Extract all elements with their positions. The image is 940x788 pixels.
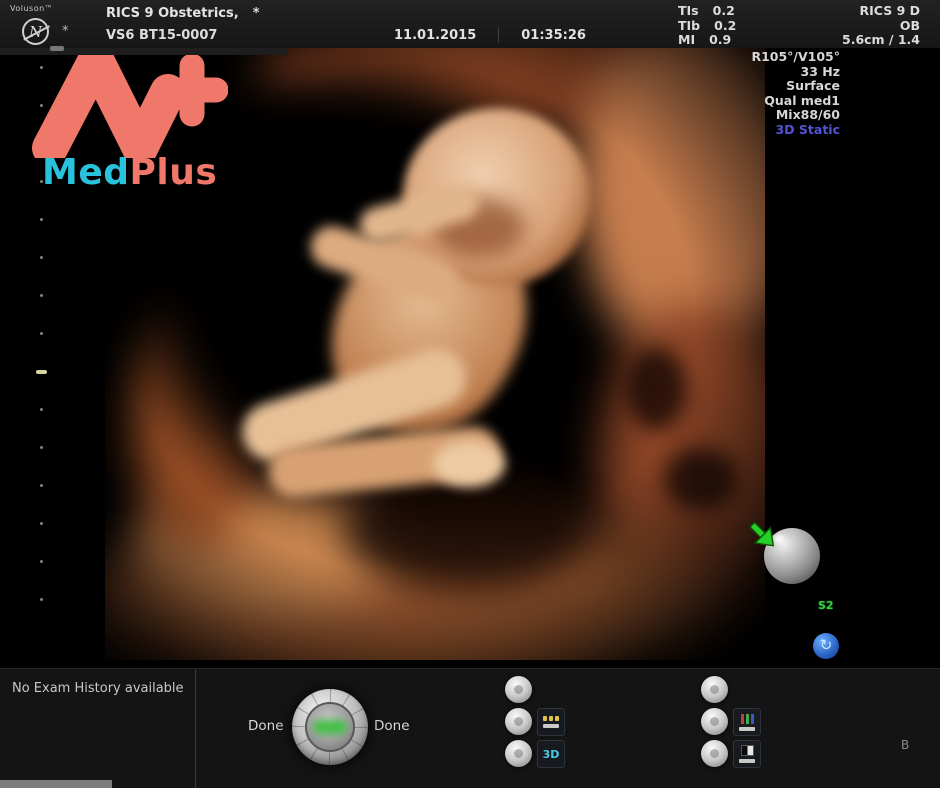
application-label: OB: [842, 19, 920, 34]
angle-param: R105°/V105°: [751, 50, 840, 65]
exam-asterisk: *: [253, 6, 260, 21]
icon-bar: [543, 724, 559, 728]
corner-b-marker: B: [901, 738, 909, 752]
rendermode-param: Surface: [751, 79, 840, 94]
medplus-watermark: MedPlus: [28, 40, 238, 205]
ruler-tick: [40, 294, 43, 297]
black-white-box-icon: [741, 745, 754, 756]
ruler-tick: [40, 218, 43, 221]
ruler-tick: [40, 256, 43, 259]
ruler-tick: [40, 332, 43, 335]
control-button-5[interactable]: [701, 708, 728, 735]
voluson-logo: Voluson™ N *: [10, 4, 90, 13]
mode-status-label: 3D Static: [751, 123, 840, 138]
exam-info: RICS 9 Obstetrics,* VS6 BT15-0007: [106, 6, 260, 43]
done-button-left[interactable]: Done: [248, 718, 284, 734]
rotate-icon[interactable]: ↻: [813, 633, 839, 659]
depth-frequency-label: 5.6cm / 1.4: [842, 33, 920, 48]
chroma-map-icon[interactable]: [733, 708, 761, 736]
rotary-knob[interactable]: [292, 689, 368, 765]
ruler-tick: [40, 522, 43, 525]
control-button-4[interactable]: [701, 676, 728, 703]
s2-marker: S2: [818, 599, 834, 612]
bottom-left-strip: [0, 780, 112, 788]
framerate-param: 33 Hz: [751, 65, 840, 80]
datetime-divider: [498, 27, 499, 43]
control-button-3[interactable]: [505, 740, 532, 767]
knob-active-indicator-icon: [313, 720, 347, 734]
brand-asterisk: *: [62, 24, 69, 39]
probe-name: RICS 9 D: [842, 4, 920, 19]
gray-map-icon[interactable]: [733, 740, 761, 768]
exam-preset-label: RICS 9 Obstetrics,*: [106, 6, 260, 21]
render-parameters: R105°/V105° 33 Hz Surface Qual med1 Mix8…: [751, 50, 840, 137]
3d-label: 3D: [543, 748, 560, 761]
probe-info: RICS 9 D OB 5.6cm / 1.4: [842, 4, 920, 48]
ultrasound-screen: Voluson™ N * RICS 9 Obstetrics,* VS6 BT1…: [0, 0, 940, 788]
exam-date: 11.01.2015: [394, 28, 476, 43]
voluson-wordmark: Voluson™: [10, 4, 90, 13]
exam-history-message: No Exam History available: [12, 681, 184, 696]
control-button-1[interactable]: [505, 676, 532, 703]
ruler-tick: [40, 484, 43, 487]
3d-mode-icon[interactable]: 3D: [537, 740, 565, 768]
rgb-bars-icon: [741, 714, 754, 724]
brand-dash: [50, 46, 64, 51]
ruler-tick: [40, 446, 43, 449]
medplus-monogram-icon: [28, 40, 228, 158]
yellow-dots-icon: [543, 716, 559, 721]
4d-preview-icon[interactable]: [537, 708, 565, 736]
rotary-knob-cap[interactable]: [305, 702, 355, 752]
touch-panel-bar: No Exam History available: [0, 668, 940, 788]
exam-time: 01:35:26: [521, 28, 586, 43]
ruler-tick: [40, 598, 43, 601]
focus-marker: [36, 370, 47, 374]
exam-history-panel: No Exam History available: [0, 669, 196, 788]
ruler-tick: [40, 560, 43, 563]
control-button-2[interactable]: [505, 708, 532, 735]
datetime: 11.01.2015 01:35:26: [394, 27, 586, 43]
ge-monogram-icon: N: [22, 18, 49, 45]
medplus-wordmark: MedPlus: [42, 152, 217, 193]
mix-param: Mix88/60: [751, 108, 840, 123]
done-button-right[interactable]: Done: [374, 718, 410, 734]
ruler-tick: [40, 408, 43, 411]
quality-param: Qual med1: [751, 94, 840, 109]
icon-bar: [739, 759, 755, 763]
pointer-arrow-icon[interactable]: [746, 519, 780, 553]
exam-id-label: VS6 BT15-0007: [106, 28, 260, 43]
control-button-6[interactable]: [701, 740, 728, 767]
icon-bar: [739, 727, 755, 731]
acoustic-output-indices: TIs0.2 TIb0.2 MI0.9: [678, 4, 736, 48]
